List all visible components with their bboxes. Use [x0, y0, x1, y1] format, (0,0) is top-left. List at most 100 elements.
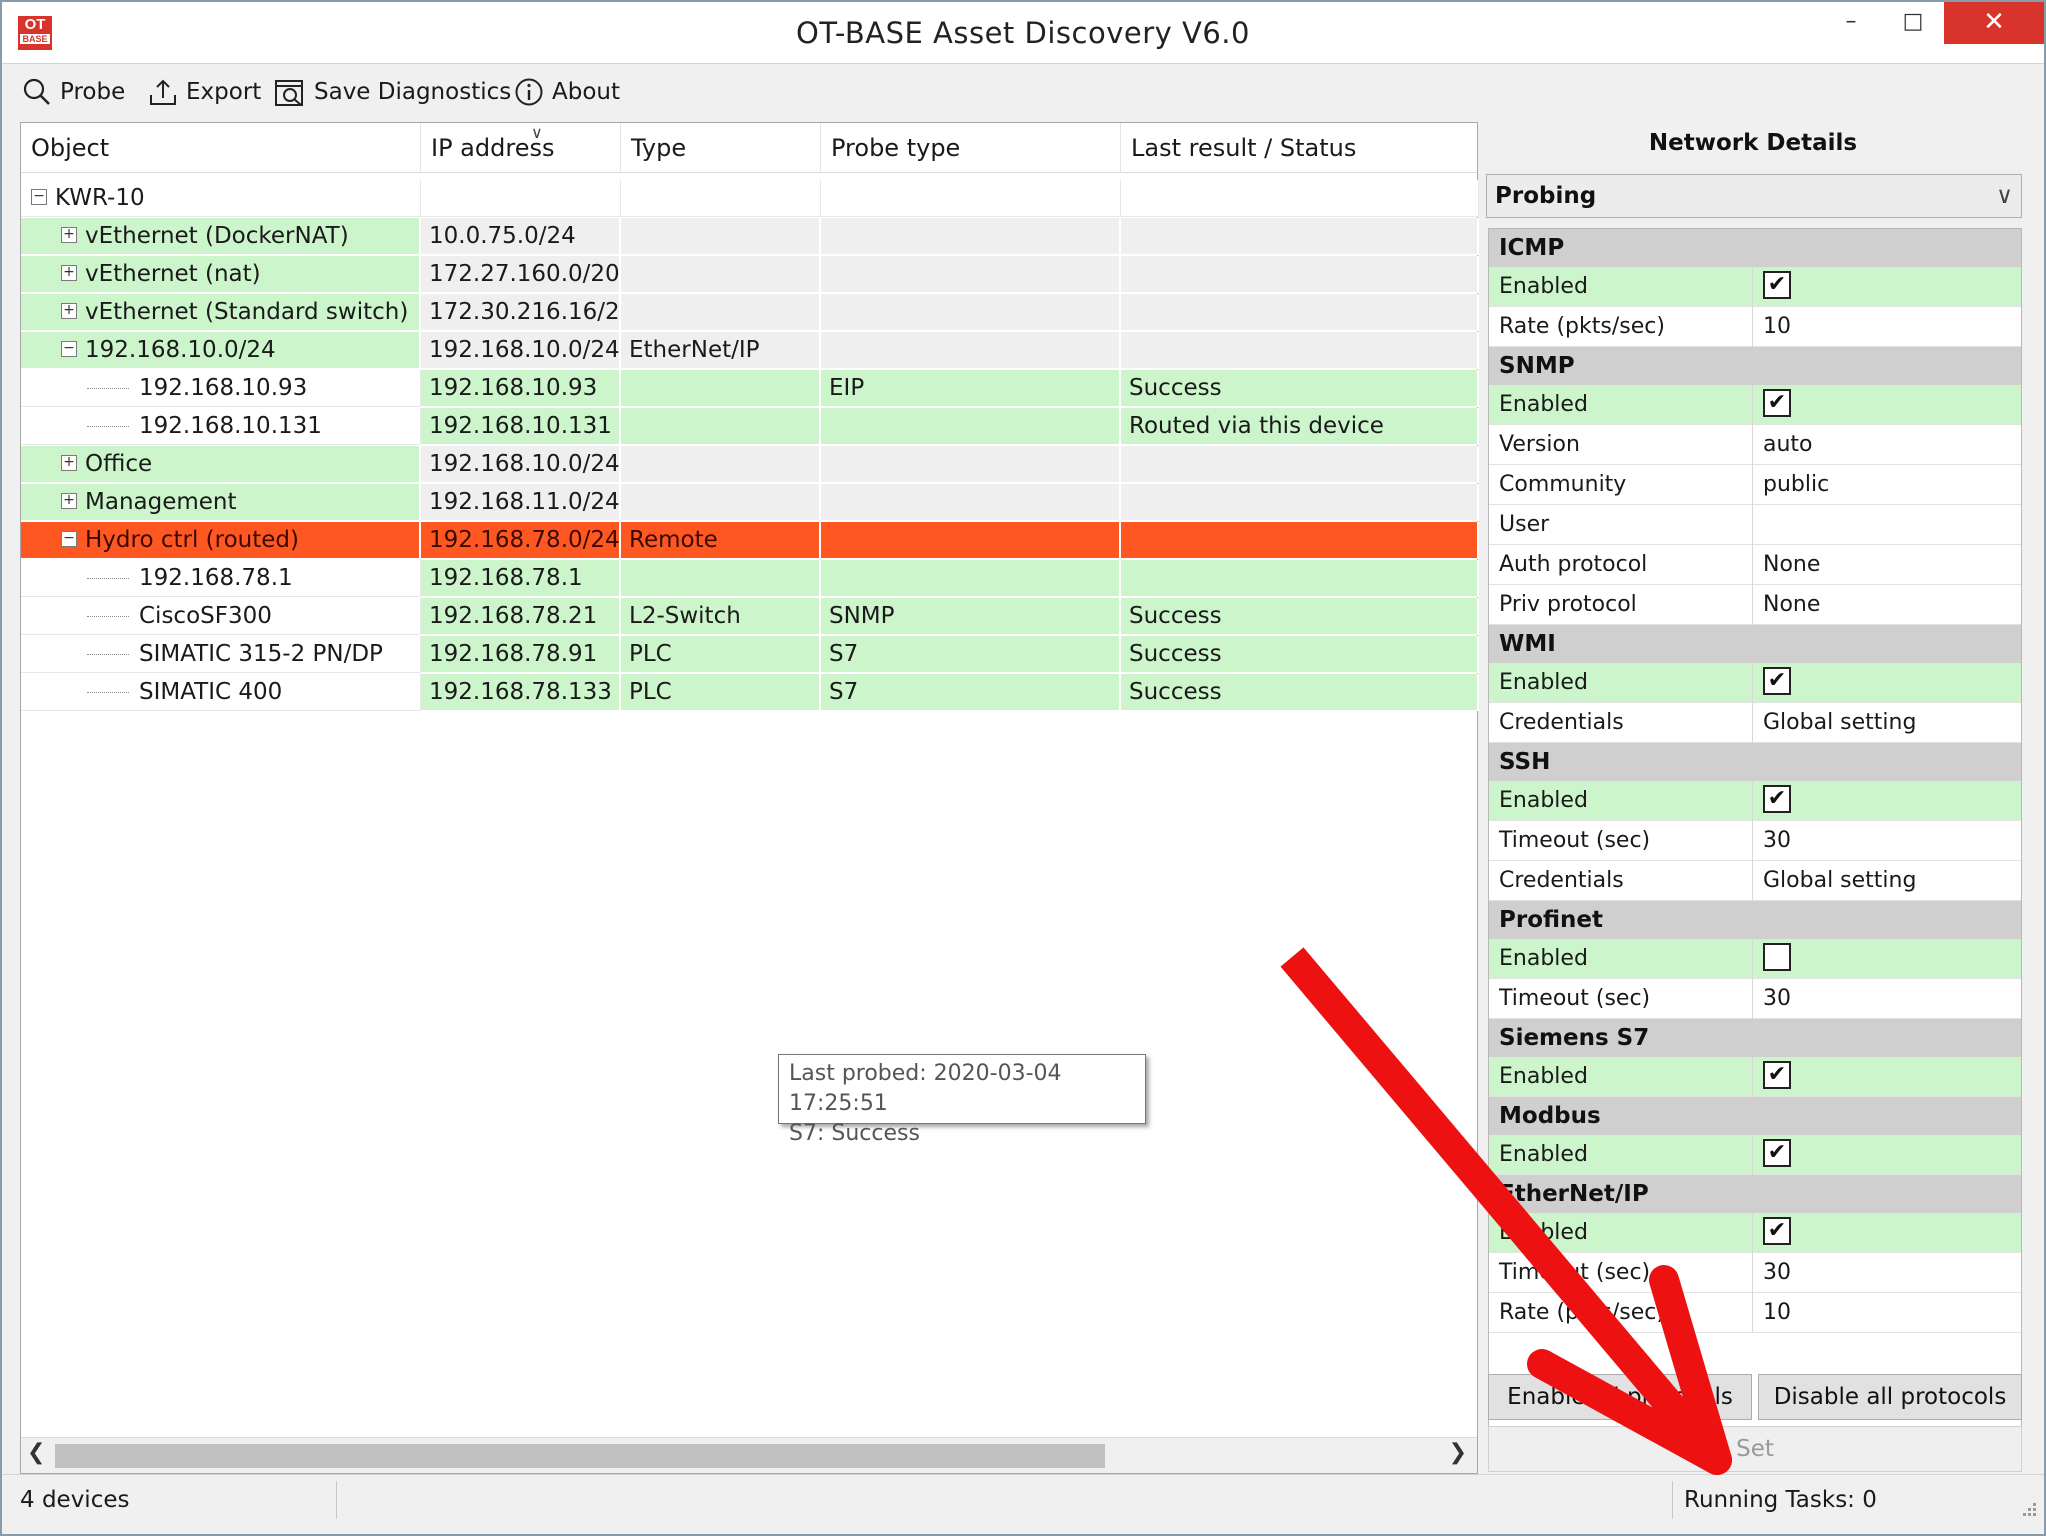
collapse-icon[interactable]: − — [61, 340, 77, 357]
close-button[interactable]: ✕ — [1944, 2, 2044, 44]
expand-icon[interactable]: + — [61, 264, 77, 281]
property-value[interactable]: 30 — [1753, 979, 2023, 1019]
save-diagnostics-button[interactable]: Save Diagnostics — [274, 74, 511, 110]
property-row: Rate (pkts/sec) 10 — [1489, 1293, 2021, 1333]
scroll-right-icon[interactable]: ❯ — [1449, 1440, 1467, 1465]
property-value[interactable]: Global setting — [1753, 861, 2023, 901]
property-section-header[interactable]: Siemens S7 — [1489, 1019, 2021, 1057]
enabled-checkbox[interactable]: ✔ — [1763, 271, 1791, 299]
property-section-header[interactable]: ICMP — [1489, 229, 2021, 267]
table-row[interactable]: CiscoSF300 192.168.78.21 L2-Switch SNMP Succ… — [21, 598, 1479, 636]
property-value[interactable]: None — [1753, 545, 2023, 585]
table-row[interactable]: 192.168.78.1 192.168.78.1 — [21, 560, 1479, 598]
enabled-checkbox-cell[interactable]: ✔ — [1753, 663, 2023, 703]
expand-icon[interactable]: + — [61, 302, 77, 319]
table-row[interactable]: − KWR-10 — [21, 180, 1479, 218]
property-key: Timeout (sec) — [1489, 979, 1753, 1019]
enabled-checkbox-cell[interactable]: ✔ — [1753, 1213, 2023, 1253]
minimize-button[interactable]: – — [1820, 2, 1882, 44]
property-value[interactable]: 30 — [1753, 1253, 2023, 1293]
details-category-value: Probing — [1495, 183, 1597, 209]
resize-grip-icon[interactable] — [2018, 1500, 2038, 1520]
property-key: Enabled — [1489, 267, 1753, 307]
export-button[interactable]: Export — [148, 74, 261, 110]
property-row: User — [1489, 505, 2021, 545]
table-row[interactable]: + vEthernet (DockerNAT) 10.0.75.0/24 — [21, 218, 1479, 256]
enabled-checkbox[interactable]: ✔ — [1763, 667, 1791, 695]
table-row[interactable]: 192.168.10.131 192.168.10.131 Routed via t… — [21, 408, 1479, 446]
horizontal-scrollbar[interactable]: ❮ ❯ — [21, 1437, 1477, 1473]
expand-icon[interactable]: + — [61, 492, 77, 509]
probe-button[interactable]: Probe — [22, 74, 125, 110]
table-row[interactable]: −192.168.10.0/24 192.168.10.0/24 EtherNet/… — [21, 332, 1479, 370]
property-value[interactable]: auto — [1753, 425, 2023, 465]
enabled-checkbox-cell[interactable] — [1753, 939, 2023, 979]
enabled-checkbox[interactable]: ✔ — [1763, 1061, 1791, 1089]
cell-object: 192.168.10.131 — [21, 408, 421, 445]
maximize-button[interactable]: □ — [1882, 2, 1944, 44]
table-row[interactable]: + Management 192.168.11.0/24 — [21, 484, 1479, 522]
property-key: Enabled — [1489, 663, 1753, 703]
table-row[interactable]: + Office 192.168.10.0/24 — [21, 446, 1479, 484]
cell-status — [1121, 180, 1479, 217]
enabled-checkbox[interactable]: ✔ — [1763, 389, 1791, 417]
column-header-type[interactable]: Type — [621, 123, 821, 173]
enabled-checkbox[interactable] — [1763, 943, 1791, 971]
cell-ip: 192.168.78.0/24 — [421, 522, 621, 559]
enabled-checkbox-cell[interactable]: ✔ — [1753, 1057, 2023, 1097]
table-row[interactable]: SIMATIC 400 192.168.78.133 PLC S7 Success — [21, 674, 1479, 712]
property-section-header[interactable]: Modbus — [1489, 1097, 2021, 1135]
enable-all-protocols-button[interactable]: Enable all protocols — [1488, 1374, 1752, 1420]
property-section-header[interactable]: Profinet — [1489, 901, 2021, 939]
enabled-checkbox[interactable]: ✔ — [1763, 1139, 1791, 1167]
enabled-checkbox-cell[interactable]: ✔ — [1753, 385, 2023, 425]
cell-ip: 192.168.10.93 — [421, 370, 621, 407]
tree-connector — [87, 692, 129, 693]
table-row[interactable]: 192.168.10.93 192.168.10.93 EIP Success — [21, 370, 1479, 408]
expand-icon[interactable]: + — [61, 454, 77, 471]
cell-probe — [821, 332, 1121, 369]
property-section-header[interactable]: SNMP — [1489, 347, 2021, 385]
property-value[interactable] — [1753, 505, 2023, 545]
details-category-select[interactable]: Probing ∨ — [1486, 174, 2022, 218]
column-header-probe-type[interactable]: Probe type — [821, 123, 1121, 173]
scroll-left-icon[interactable]: ❮ — [27, 1440, 45, 1465]
enabled-checkbox-cell[interactable]: ✔ — [1753, 1135, 2023, 1175]
property-section-header[interactable]: SSH — [1489, 743, 2021, 781]
property-value[interactable]: public — [1753, 465, 2023, 505]
column-header-status[interactable]: Last result / Status — [1121, 123, 1479, 173]
enabled-checkbox[interactable]: ✔ — [1763, 785, 1791, 813]
table-row[interactable]: − Hydro ctrl (routed) 192.168.78.0/24 Remot… — [21, 522, 1479, 560]
cell-probe: S7 — [821, 674, 1121, 711]
window-title: OT-BASE Asset Discovery V6.0 — [796, 16, 1250, 50]
property-value[interactable]: None — [1753, 585, 2023, 625]
enabled-checkbox-cell[interactable]: ✔ — [1753, 267, 2023, 307]
property-value[interactable]: 30 — [1753, 821, 2023, 861]
property-section-header[interactable]: EtherNet/IP — [1489, 1175, 2021, 1213]
column-header-object[interactable]: Object — [21, 123, 421, 173]
property-key: Auth protocol — [1489, 545, 1753, 585]
collapse-icon[interactable]: − — [31, 188, 47, 205]
scrollbar-thumb[interactable] — [55, 1444, 1105, 1468]
property-row: Auth protocol None — [1489, 545, 2021, 585]
table-row[interactable]: + vEthernet (nat) 172.27.160.0/20 — [21, 256, 1479, 294]
enabled-checkbox-cell[interactable]: ✔ — [1753, 781, 2023, 821]
property-section-header[interactable]: WMI — [1489, 625, 2021, 663]
property-value[interactable]: Global setting — [1753, 703, 2023, 743]
tree-connector — [87, 426, 129, 427]
property-value[interactable]: 10 — [1753, 1293, 2023, 1333]
collapse-icon[interactable]: − — [61, 530, 77, 547]
table-row[interactable]: + vEthernet (Standard switch) 172.30.216.1… — [21, 294, 1479, 332]
set-button[interactable]: Set — [1488, 1426, 2022, 1472]
diagnostics-icon — [275, 80, 303, 106]
about-button[interactable]: About — [514, 74, 620, 110]
cell-status: Success — [1121, 674, 1479, 711]
expand-icon[interactable]: + — [61, 226, 77, 243]
column-header-ip-address[interactable]: IP address — [421, 123, 621, 173]
disable-all-protocols-button[interactable]: Disable all protocols — [1758, 1374, 2022, 1420]
table-row[interactable]: SIMATIC 315-2 PN/DP 192.168.78.91 PLC S7 Suc… — [21, 636, 1479, 674]
enabled-checkbox[interactable]: ✔ — [1763, 1217, 1791, 1245]
property-key: Enabled — [1489, 781, 1753, 821]
property-value[interactable]: 10 — [1753, 307, 2023, 347]
cell-ip: 172.30.216.16/28 — [421, 294, 621, 331]
